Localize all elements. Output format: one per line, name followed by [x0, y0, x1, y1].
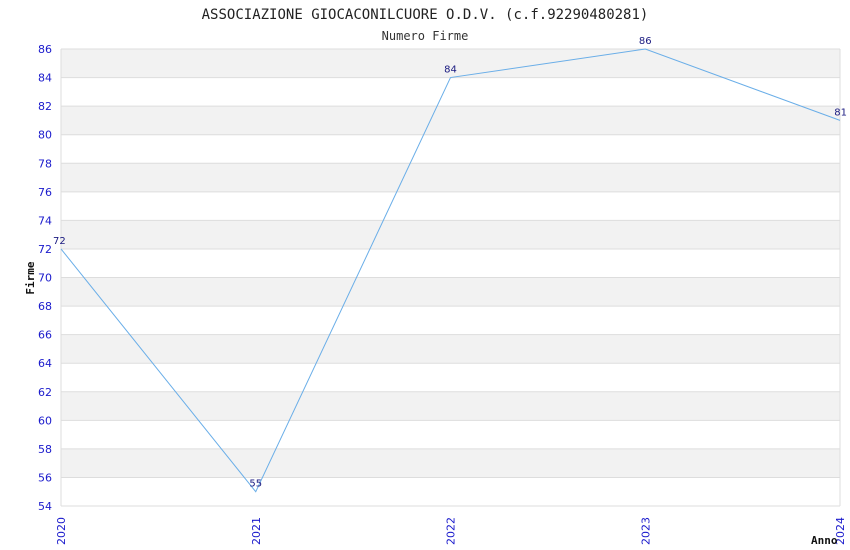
y-tick-label: 84 — [38, 72, 52, 85]
x-axis-label: Anno — [811, 534, 838, 547]
background-band — [61, 248, 840, 278]
background-band — [61, 363, 840, 392]
background-band — [61, 163, 840, 192]
y-tick-label: 60 — [38, 414, 52, 427]
data-label: 72 — [53, 236, 66, 247]
y-tick-label: 74 — [38, 214, 52, 227]
y-tick-label: 64 — [38, 357, 52, 370]
x-tick-label: 2020 — [55, 517, 68, 545]
background-band — [61, 277, 840, 307]
x-tick-label: 2021 — [250, 517, 263, 545]
background-band — [61, 106, 840, 135]
y-tick-label: 62 — [38, 386, 52, 399]
x-axis-ticks: 2020 2021 2022 2023 2024 — [55, 517, 847, 545]
x-tick-label: 2023 — [639, 517, 652, 545]
data-label: 55 — [249, 479, 262, 490]
x-tick-label: 2022 — [445, 517, 458, 545]
y-tick-label: 86 — [38, 43, 52, 56]
y-axis-ticks: 54 56 58 60 62 64 66 68 70 72 74 76 78 80 82 84 86 — [38, 43, 52, 513]
y-tick-label: 58 — [38, 443, 52, 456]
background-band — [61, 334, 840, 364]
data-label: 81 — [834, 107, 847, 118]
background-band — [61, 220, 840, 249]
y-tick-label: 80 — [38, 129, 52, 142]
line-chart: ASSOCIAZIONE GIOCACONILCUORE O.D.V. (c.f… — [24, 7, 847, 547]
background-band — [61, 420, 840, 449]
data-label: 84 — [444, 65, 457, 76]
background-band — [61, 477, 840, 506]
background-band — [61, 306, 840, 335]
y-tick-label: 78 — [38, 157, 52, 170]
y-tick-label: 82 — [38, 100, 52, 113]
y-axis-label: Firme — [24, 261, 37, 294]
y-tick-label: 70 — [38, 272, 52, 285]
background-band — [61, 191, 840, 221]
y-tick-label: 72 — [38, 243, 52, 256]
chart-subtitle: Numero Firme — [382, 29, 469, 43]
y-tick-label: 76 — [38, 186, 52, 199]
background-band — [61, 448, 840, 478]
data-label: 86 — [639, 36, 652, 47]
y-tick-label: 68 — [38, 300, 52, 313]
y-tick-label: 54 — [38, 500, 52, 513]
background-band — [61, 134, 840, 164]
y-tick-label: 56 — [38, 471, 52, 484]
chart-title: ASSOCIAZIONE GIOCACONILCUORE O.D.V. (c.f… — [202, 7, 649, 23]
background-band — [61, 391, 840, 421]
background-band — [61, 77, 840, 107]
y-tick-label: 66 — [38, 329, 52, 342]
